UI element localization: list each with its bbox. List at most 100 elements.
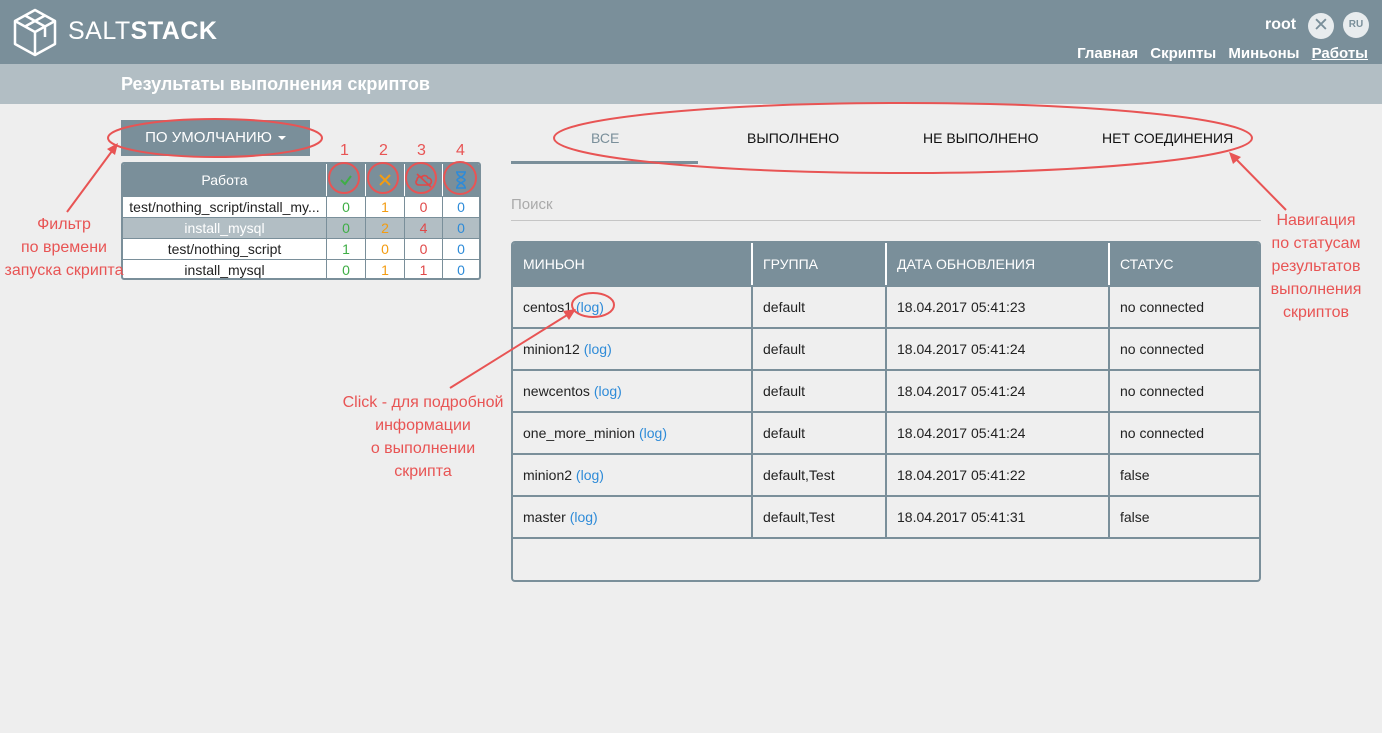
- tab-done[interactable]: ВЫПОЛНЕНО: [747, 130, 839, 146]
- filter-error-button[interactable]: [365, 164, 404, 196]
- annotation-filter-line: запуска скрипта: [4, 262, 124, 279]
- annotation-number-3: 3: [417, 142, 426, 159]
- minion-name: minion2: [523, 467, 573, 483]
- job-row[interactable]: install_mysql 0 1 1 0: [123, 259, 479, 278]
- hourglass-icon: [456, 171, 466, 189]
- status-cell: no connected: [1108, 371, 1259, 411]
- job-count-wait: 0: [442, 260, 479, 278]
- active-tab-indicator: [511, 161, 698, 164]
- filter-waiting-button[interactable]: [442, 164, 479, 196]
- column-update-date[interactable]: ДАТА ОБНОВЛЕНИЯ: [885, 243, 1108, 285]
- status-cell: false: [1108, 455, 1259, 495]
- logout-close-icon[interactable]: ✕: [1308, 13, 1334, 39]
- log-link[interactable]: (log): [639, 425, 667, 441]
- minion-name: minion12: [523, 341, 580, 357]
- table-row: centos1 (log) default 18.04.2017 05:41:23 n…: [513, 285, 1259, 327]
- annotation-number-4: 4: [456, 142, 465, 159]
- job-count-err: 0: [365, 239, 404, 259]
- log-link[interactable]: (log): [576, 299, 604, 315]
- column-minion[interactable]: МИНЬОН: [513, 243, 751, 285]
- annotation-nav-line: результатов: [1271, 258, 1361, 275]
- search-input[interactable]: Поиск: [511, 196, 1261, 221]
- annotation-nav-line: Навигация: [1276, 212, 1356, 229]
- tab-all[interactable]: ВСЕ: [591, 130, 619, 146]
- page-title: Результаты выполнения скриптов: [121, 74, 430, 94]
- cross-icon: [379, 174, 391, 186]
- status-cell: no connected: [1108, 329, 1259, 369]
- logo-text[interactable]: SALTSTACK: [68, 17, 217, 46]
- job-count-ok: 1: [326, 239, 365, 259]
- minion-name: newcentos: [523, 383, 590, 399]
- nav-home[interactable]: Главная: [1077, 45, 1138, 62]
- log-link[interactable]: (log): [584, 341, 612, 357]
- nav-minions[interactable]: Миньоны: [1228, 45, 1299, 62]
- annotation-number-1: 1: [340, 142, 349, 159]
- group-cell: default: [751, 329, 885, 369]
- language-switch-button[interactable]: RU: [1343, 12, 1369, 38]
- arrow-nav-head: [1229, 152, 1241, 164]
- minion-name: master: [523, 509, 566, 525]
- job-row[interactable]: test/nothing_script 1 0 0 0: [123, 238, 479, 259]
- annotation-number-2: 2: [379, 142, 388, 159]
- tab-no-connection[interactable]: НЕТ СОЕДИНЕНИЯ: [1102, 130, 1233, 146]
- log-link[interactable]: (log): [594, 383, 622, 399]
- job-count-err: 1: [365, 197, 404, 217]
- group-cell: default: [751, 413, 885, 453]
- job-count-wait: 0: [442, 218, 479, 238]
- table-row: one_more_minion (log) default 18.04.2017 0…: [513, 411, 1259, 453]
- top-header: SALTSTACK root ✕ RU Главная Скрипты Минь…: [0, 0, 1382, 64]
- logo-text-light: SALT: [68, 17, 131, 45]
- table-empty-row: [513, 537, 1259, 580]
- annotation-click-line: о выполнении: [370, 440, 476, 457]
- column-status[interactable]: СТАТУС: [1108, 243, 1259, 285]
- time-filter-label: ПО УМОЛЧАНИЮ: [145, 129, 272, 146]
- job-count-nc: 1: [404, 260, 442, 278]
- page-title-bar: Результаты выполнения скриптов: [0, 64, 1382, 104]
- minion-cell: centos1 (log): [513, 287, 751, 327]
- annotation-nav-line: выполнения: [1270, 281, 1362, 298]
- job-count-nc: 4: [404, 218, 442, 238]
- log-link[interactable]: (log): [570, 509, 598, 525]
- username: root: [1265, 16, 1297, 33]
- group-cell: default: [751, 287, 885, 327]
- date-cell: 18.04.2017 05:41:31: [885, 497, 1108, 537]
- nav-jobs[interactable]: Работы: [1312, 45, 1368, 62]
- job-count-err: 2: [365, 218, 404, 238]
- cloud-off-icon: [414, 173, 432, 188]
- date-cell: 18.04.2017 05:41:24: [885, 371, 1108, 411]
- group-cell: default,Test: [751, 455, 885, 495]
- job-row[interactable]: install_mysql 0 2 4 0: [123, 217, 479, 238]
- job-count-nc: 0: [404, 239, 442, 259]
- saltstack-logo-icon[interactable]: [12, 7, 58, 57]
- job-count-wait: 0: [442, 239, 479, 259]
- status-cell: no connected: [1108, 413, 1259, 453]
- minion-cell: one_more_minion (log): [513, 413, 751, 453]
- job-name: test/nothing_script/install_my...: [129, 199, 320, 215]
- job-count-ok: 0: [326, 197, 365, 217]
- job-count-err: 1: [365, 260, 404, 278]
- status-cell: false: [1108, 497, 1259, 537]
- column-group[interactable]: ГРУППА: [751, 243, 885, 285]
- results-table: МИНЬОН ГРУППА ДАТА ОБНОВЛЕНИЯ СТАТУС cen…: [511, 241, 1261, 582]
- nav-scripts[interactable]: Скрипты: [1150, 45, 1216, 62]
- results-table-header: МИНЬОН ГРУППА ДАТА ОБНОВЛЕНИЯ СТАТУС: [513, 243, 1259, 285]
- job-count-ok: 0: [326, 218, 365, 238]
- minion-name: one_more_minion: [523, 425, 636, 441]
- tab-failed[interactable]: НЕ ВЫПОЛНЕНО: [923, 130, 1039, 146]
- job-count-ok: 0: [326, 260, 365, 278]
- annotation-nav-line: по статусам: [1271, 235, 1361, 252]
- jobs-table: Работа test/nothing_script/install_my...…: [121, 162, 481, 280]
- job-row[interactable]: test/nothing_script/install_my... 0 1 0 0: [123, 196, 479, 217]
- minion-cell: newcentos (log): [513, 371, 751, 411]
- job-count-nc: 0: [404, 197, 442, 217]
- annotation-nav-line: скриптов: [1282, 304, 1350, 321]
- minion-name: centos1: [523, 299, 573, 315]
- job-name: install_mysql: [184, 220, 265, 236]
- log-link[interactable]: (log): [576, 467, 604, 483]
- annotation-filter-line: Фильтр: [37, 216, 91, 233]
- filter-no-connection-button[interactable]: [404, 164, 442, 196]
- time-filter-dropdown[interactable]: ПО УМОЛЧАНИЮ: [121, 120, 310, 156]
- filter-success-button[interactable]: [326, 164, 365, 196]
- date-cell: 18.04.2017 05:41:24: [885, 413, 1108, 453]
- minion-cell: minion12 (log): [513, 329, 751, 369]
